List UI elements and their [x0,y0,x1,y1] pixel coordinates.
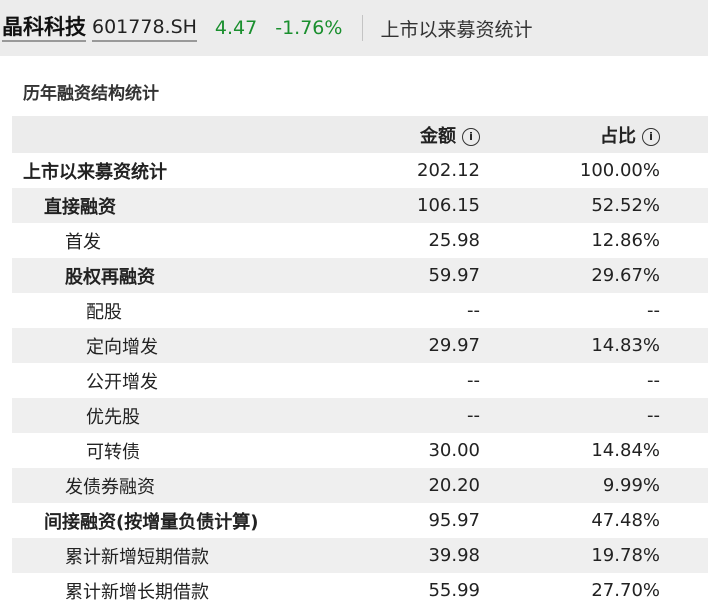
row-amount: -- [467,405,480,426]
row-amount: 30.00 [428,440,480,461]
row-amount: 55.99 [428,580,480,601]
table-row: 直接融资 106.15 52.52% [12,188,708,223]
row-label: 上市以来募资统计 [23,161,167,183]
row-amount: 202.12 [417,160,480,181]
table-row: 可转债 30.00 14.84% [12,433,708,468]
row-ratio: 52.52% [591,195,660,216]
stock-name-link[interactable]: 晶科科技 [2,15,86,42]
header-ratio-label: 占比 [600,125,636,147]
row-label: 累计新增短期借款 [65,546,209,568]
row-label: 首发 [65,231,101,253]
row-label: 发债券融资 [65,476,155,498]
financing-table: 金额 i 占比 i 上市以来募资统计 202.12 100.00% 直接融资 106.15… [12,116,708,608]
row-ratio: -- [647,370,660,391]
row-ratio: 47.48% [591,510,660,531]
table-row: 上市以来募资统计 202.12 100.00% [12,153,708,188]
financing-structure-card: 历年融资结构统计 金额 i 占比 i 上市以来募资统计 202.12 100.00% 直… [12,72,708,608]
page-label: 上市以来募资统计 [380,18,533,41]
table-row: 优先股 -- -- [12,398,708,433]
row-amount: 106.15 [417,195,480,216]
row-label: 优先股 [86,406,140,428]
table-row: 发债券融资 20.20 9.99% [12,468,708,503]
row-ratio: 19.78% [591,545,660,566]
info-icon[interactable]: i [462,127,480,146]
row-ratio: 14.83% [591,335,660,356]
table-row: 首发 25.98 12.86% [12,223,708,258]
row-label: 公开增发 [86,371,158,393]
row-amount: 39.98 [428,545,480,566]
table-row: 配股 -- -- [12,293,708,328]
row-amount: 95.97 [428,510,480,531]
table-header-row: 金额 i 占比 i [12,116,708,153]
table-row: 公开增发 -- -- [12,363,708,398]
row-amount: -- [467,370,480,391]
stock-change: -1.76% [275,17,343,39]
row-ratio: 29.67% [591,265,660,286]
row-amount: 20.20 [428,475,480,496]
row-label: 累计新增长期借款 [65,581,209,603]
row-ratio: -- [647,300,660,321]
header-label-cell [12,116,312,153]
row-ratio: 12.86% [591,230,660,251]
row-ratio: -- [647,405,660,426]
section-title: 历年融资结构统计 [23,84,159,104]
row-amount: 29.97 [428,335,480,356]
header-ratio: 占比 i [480,116,660,153]
row-ratio: 14.84% [591,440,660,461]
row-label: 直接融资 [44,196,116,218]
stock-header: 晶科科技 601778.SH 4.47 -1.76% 上市以来募资统计 [0,0,708,56]
row-ratio: 100.00% [579,160,660,181]
row-amount: 25.98 [428,230,480,251]
header-spacer [660,116,708,153]
row-ratio: 27.70% [591,580,660,601]
header-amount-label: 金额 [420,125,456,147]
table-row: 股权再融资 59.97 29.67% [12,258,708,293]
table-row: 定向增发 29.97 14.83% [12,328,708,363]
info-icon[interactable]: i [642,127,660,146]
table-row: 间接融资(按增量负债计算) 95.97 47.48% [12,503,708,538]
row-label: 股权再融资 [65,266,155,288]
table-row: 累计新增长期借款 55.99 27.70% [12,573,708,608]
stock-price: 4.47 [214,17,258,39]
row-ratio: 9.99% [602,475,660,496]
row-label: 配股 [86,301,122,323]
row-label: 可转债 [86,441,140,463]
stock-code-link[interactable]: 601778.SH [92,15,197,42]
table-row: 累计新增短期借款 39.98 19.78% [12,538,708,573]
header-divider [362,15,364,41]
header-amount: 金额 i [312,116,480,153]
row-label: 间接融资(按增量负债计算) [44,511,259,533]
row-label: 定向增发 [86,336,158,358]
row-amount: -- [467,300,480,321]
row-amount: 59.97 [428,265,480,286]
